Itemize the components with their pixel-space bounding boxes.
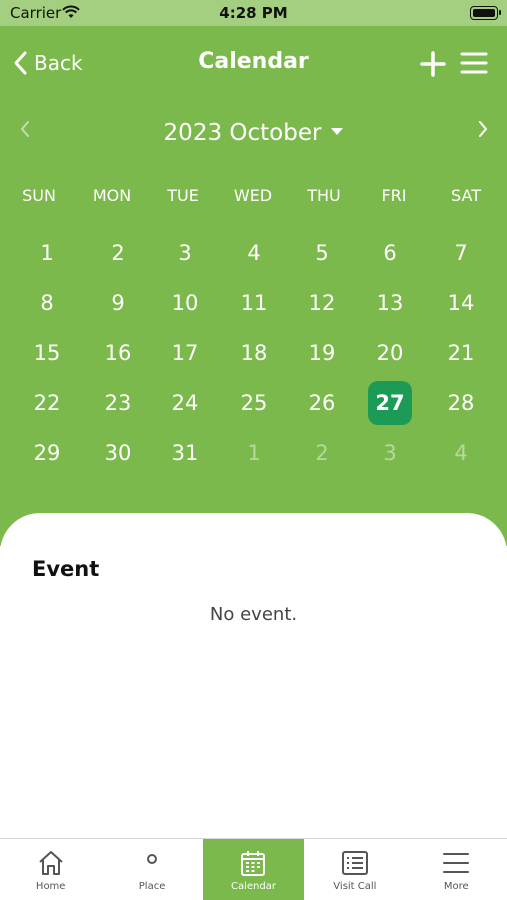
calendar-day[interactable]: 15 bbox=[25, 331, 69, 375]
weekday-header: SUN MON TUE WED THU FRI SAT bbox=[0, 186, 507, 210]
calendar-day[interactable]: 13 bbox=[368, 281, 412, 325]
event-heading: Event bbox=[32, 557, 100, 581]
weekday-wed: WED bbox=[233, 186, 273, 205]
menu-icon bbox=[443, 853, 470, 873]
back-button[interactable]: Back bbox=[10, 48, 83, 78]
calendar-day[interactable]: 9 bbox=[96, 281, 140, 325]
calendar-day[interactable]: 22 bbox=[25, 381, 69, 425]
tab-label: More bbox=[443, 881, 469, 892]
calendar-day[interactable]: 4 bbox=[439, 431, 483, 475]
back-label: Back bbox=[34, 51, 83, 75]
calendar-day[interactable]: 2 bbox=[96, 231, 140, 275]
calendar-day[interactable]: 29 bbox=[25, 431, 69, 475]
chevron-left-icon bbox=[14, 51, 27, 75]
add-icon[interactable] bbox=[419, 50, 447, 78]
calendar-day[interactable]: 10 bbox=[163, 281, 207, 325]
selected-day[interactable]: 27 bbox=[368, 381, 412, 425]
weekday-mon: MON bbox=[92, 186, 132, 205]
calendar-day[interactable]: 16 bbox=[96, 331, 140, 375]
calendar-day[interactable]: 4 bbox=[232, 231, 276, 275]
home-icon bbox=[39, 851, 63, 875]
status-time: 4:28 PM bbox=[219, 4, 288, 22]
calendar-day[interactable]: 1 bbox=[25, 231, 69, 275]
calendar-day[interactable]: 11 bbox=[232, 281, 276, 325]
menu-icon[interactable] bbox=[460, 51, 488, 75]
weekday-tue: TUE bbox=[167, 186, 199, 205]
next-month-icon[interactable] bbox=[472, 118, 492, 140]
calendar-day[interactable]: 26 bbox=[300, 381, 344, 425]
calendar-day[interactable]: 1 bbox=[232, 431, 276, 475]
tab-calendar[interactable]: Calendar bbox=[202, 839, 305, 900]
tab-label: Home bbox=[35, 881, 66, 892]
tab-label: Calendar bbox=[231, 881, 276, 892]
status-bar: Carrier 4:28 PM bbox=[0, 0, 507, 26]
calendar-day[interactable]: 23 bbox=[96, 381, 140, 425]
calendar-day[interactable]: 17 bbox=[163, 331, 207, 375]
calendar-day[interactable]: 30 bbox=[96, 431, 140, 475]
battery-icon bbox=[470, 6, 501, 20]
weekday-thu: THU bbox=[307, 186, 341, 205]
tab-visit-call[interactable]: Visit Call bbox=[304, 839, 405, 900]
calendar-day[interactable]: 19 bbox=[300, 331, 344, 375]
calendar-day[interactable]: 2 bbox=[300, 431, 344, 475]
calendar-day[interactable]: 31 bbox=[163, 431, 207, 475]
calendar-day[interactable]: 21 bbox=[439, 331, 483, 375]
weekday-sun: SUN bbox=[22, 186, 56, 205]
month-selector[interactable]: 2023 October bbox=[0, 120, 507, 146]
no-event-text: No event. bbox=[209, 604, 298, 625]
calendar-day[interactable]: 12 bbox=[300, 281, 344, 325]
tab-more[interactable]: More bbox=[406, 839, 507, 900]
calendar-day[interactable]: 5 bbox=[300, 231, 344, 275]
calendar-day[interactable]: 6 bbox=[368, 231, 412, 275]
tab-home[interactable]: Home bbox=[0, 839, 101, 900]
calendar-day[interactable]: 3 bbox=[163, 231, 207, 275]
weekday-fri: FRI bbox=[381, 186, 407, 205]
tab-place[interactable]: Place bbox=[101, 839, 202, 900]
calendar-icon bbox=[241, 851, 266, 876]
calendar-day[interactable]: 28 bbox=[439, 381, 483, 425]
tab-bar: Home Place Calendar Visit Call More bbox=[0, 838, 507, 900]
calendar-day[interactable]: 18 bbox=[232, 331, 276, 375]
weekday-sat: SAT bbox=[451, 186, 481, 205]
month-title: 2023 October bbox=[163, 120, 322, 146]
map-pin-icon bbox=[147, 854, 158, 864]
calendar-day[interactable]: 20 bbox=[368, 331, 412, 375]
calendar-day[interactable]: 7 bbox=[439, 231, 483, 275]
calendar-day[interactable]: 3 bbox=[368, 431, 412, 475]
calendar-day[interactable]: 25 bbox=[232, 381, 276, 425]
calendar-day[interactable]: 8 bbox=[25, 281, 69, 325]
calendar-day[interactable]: 14 bbox=[439, 281, 483, 325]
caret-down-icon bbox=[331, 128, 344, 135]
calendar-day[interactable]: 24 bbox=[163, 381, 207, 425]
tab-label: Visit Call bbox=[333, 881, 377, 892]
list-icon bbox=[341, 851, 368, 875]
tab-label: Place bbox=[138, 881, 166, 892]
